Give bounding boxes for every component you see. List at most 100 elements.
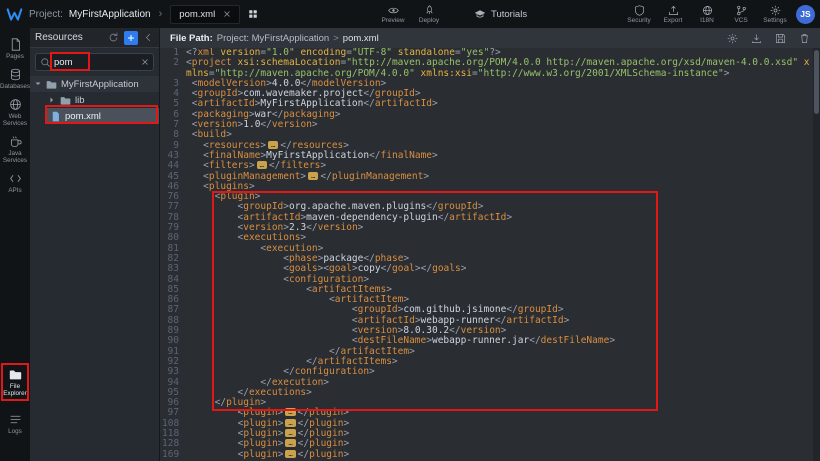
line-number: 169: [162, 450, 186, 460]
code-line: 43 <finalName>MyFirstApplication</finalN…: [160, 151, 820, 161]
sidebar-item-apis[interactable]: APIs: [0, 168, 30, 198]
caret-right-icon[interactable]: [48, 96, 56, 104]
file-tree: MyFirstApplicationlibpom.xml: [30, 76, 159, 124]
code-fold-marker[interactable]: …: [268, 141, 278, 149]
code-line: 7 <version>1.0</version>: [160, 120, 820, 130]
download-icon[interactable]: [751, 33, 762, 44]
clear-search-icon[interactable]: [141, 58, 149, 66]
file-icon: [9, 38, 22, 51]
globe-icon: [702, 5, 713, 16]
left-sidebar: PagesDatabasesWeb ServicesJava ServicesA…: [0, 28, 30, 461]
code-line: 83 <goals><goal>copy</goal></goals>: [160, 264, 820, 274]
export-button[interactable]: Export: [660, 5, 686, 24]
sidebar-bottom-group: File Explorer Logs: [0, 364, 30, 439]
code-line: 45 <pluginManagement>…</pluginManagement…: [160, 172, 820, 182]
sidebar-item-java-services[interactable]: Java Services: [0, 131, 30, 168]
project-label: Project:: [29, 9, 63, 20]
code-line-text: <plugin>…</plugin>: [186, 450, 820, 460]
tutorials-button[interactable]: Tutorials: [474, 0, 527, 28]
sidebar-top-group: PagesDatabasesWeb ServicesJava ServicesA…: [0, 28, 30, 198]
wavemaker-ide: Project: MyFirstApplication › pom.xml Pr…: [0, 0, 820, 461]
file-path-label: File Path:: [170, 33, 213, 44]
vcs-button[interactable]: VCS: [728, 5, 754, 24]
code-fold-marker[interactable]: …: [285, 450, 295, 458]
search-icon: [40, 57, 51, 68]
wavemaker-logo-icon[interactable]: [6, 6, 23, 23]
folder-icon: [9, 368, 22, 381]
topbar: Project: MyFirstApplication › pom.xml Pr…: [0, 0, 820, 28]
code-fold-marker[interactable]: …: [285, 408, 295, 416]
topbar-center-actions: Preview Deploy: [380, 0, 442, 28]
logs-icon: [9, 413, 22, 426]
sidebar-item-file-explorer[interactable]: File Explorer: [0, 364, 30, 401]
code-line-text: <plugins>: [186, 182, 820, 192]
resources-header: Resources: [30, 28, 159, 48]
sidebar-item-databases[interactable]: Databases: [0, 64, 30, 94]
file-path-project: Project: MyFirstApplication: [217, 33, 329, 44]
sidebar-item-pages[interactable]: Pages: [0, 34, 30, 64]
code-line: 93 </configuration>: [160, 367, 820, 377]
add-resource-button[interactable]: [124, 31, 138, 45]
i18n-button[interactable]: I18N: [694, 5, 720, 24]
collapse-panel-icon[interactable]: [143, 32, 154, 43]
close-icon[interactable]: [223, 10, 231, 18]
caret-down-icon[interactable]: [34, 80, 42, 88]
tab-label: pom.xml: [179, 9, 215, 20]
editor-area: File Path: Project: MyFirstApplication >…: [160, 28, 820, 461]
code-line-text: <project xsi:schemaLocation="http://mave…: [186, 58, 820, 79]
tree-item-lib[interactable]: lib: [30, 92, 159, 108]
line-number: 2: [162, 58, 186, 79]
refresh-icon[interactable]: [108, 32, 119, 43]
graduation-cap-icon: [474, 8, 486, 20]
folder-icon: [60, 95, 71, 106]
topbar-left: Project: MyFirstApplication › pom.xml: [6, 0, 258, 28]
db-icon: [9, 68, 22, 81]
resources-title: Resources: [35, 32, 103, 43]
tree-item-pom-xml[interactable]: pom.xml: [46, 108, 159, 124]
tree-item-myfirstapplication[interactable]: MyFirstApplication: [30, 76, 159, 92]
code-fold-marker[interactable]: …: [285, 439, 295, 447]
tutorials-label: Tutorials: [491, 9, 527, 20]
globe-icon: [9, 98, 22, 111]
line-number: 83: [162, 264, 186, 274]
eye-icon: [388, 5, 399, 16]
code-editor[interactable]: 1<?xml version="1.0" encoding="UTF-8" st…: [160, 48, 820, 461]
file-path-file: pom.xml: [343, 33, 379, 44]
gear-icon: [770, 5, 781, 16]
settings-icon[interactable]: [727, 33, 738, 44]
sidebar-item-logs[interactable]: Logs: [0, 409, 30, 439]
topbar-right-actions: Security Export I18N VCS Settings JS: [626, 0, 815, 28]
search-input[interactable]: [35, 53, 154, 71]
file-path-separator: >: [333, 33, 339, 44]
save-icon[interactable]: [775, 33, 786, 44]
code-line: 2<project xsi:schemaLocation="http://mav…: [160, 58, 820, 79]
line-number: 93: [162, 367, 186, 377]
file-actions: [727, 33, 810, 44]
scrollbar-thumb[interactable]: [814, 50, 819, 114]
tab-pom-xml[interactable]: pom.xml: [170, 5, 240, 24]
sidebar-item-web-services[interactable]: Web Services: [0, 94, 30, 131]
security-button[interactable]: Security: [626, 5, 652, 24]
project-name: MyFirstApplication: [69, 9, 151, 20]
api-icon: [9, 172, 22, 185]
code-fold-marker[interactable]: …: [257, 161, 267, 169]
editor-scrollbar[interactable]: [813, 48, 820, 461]
deploy-button[interactable]: Deploy: [416, 5, 442, 24]
branch-icon: [736, 5, 747, 16]
cup-icon: [9, 135, 22, 148]
code-line-text: <goals><goal>copy</goal></goals>: [186, 264, 820, 274]
file-path-bar: File Path: Project: MyFirstApplication >…: [160, 28, 820, 48]
preview-button[interactable]: Preview: [380, 5, 406, 24]
code-fold-marker[interactable]: …: [285, 419, 295, 427]
tab-grid-icon[interactable]: [246, 9, 258, 19]
delete-icon[interactable]: [799, 33, 810, 44]
code-fold-marker[interactable]: …: [308, 172, 318, 180]
search-value-field[interactable]: [54, 57, 138, 68]
code-fold-marker[interactable]: …: [285, 429, 295, 437]
code-line-text: <pluginManagement>…</pluginManagement>: [186, 172, 820, 182]
code-lines: 1<?xml version="1.0" encoding="UTF-8" st…: [160, 48, 820, 460]
settings-button[interactable]: Settings: [762, 5, 788, 24]
export-icon: [668, 5, 679, 16]
code-line-text: </executions>: [186, 388, 820, 398]
avatar[interactable]: JS: [796, 5, 815, 24]
